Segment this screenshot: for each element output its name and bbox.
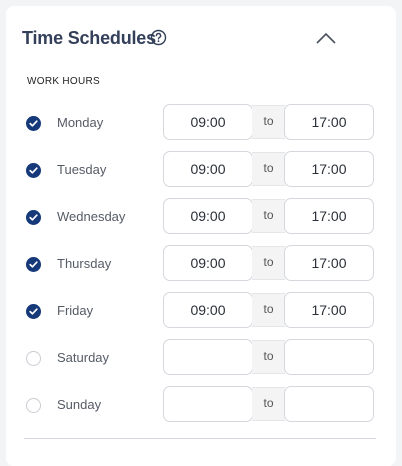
start-time-input[interactable]	[163, 386, 253, 422]
schedule-row-friday: Friday to	[6, 292, 396, 330]
start-time-input[interactable]	[163, 198, 253, 234]
day-checkbox-checked[interactable]	[26, 210, 41, 225]
to-separator: to	[252, 246, 285, 280]
to-separator: to	[252, 199, 285, 233]
checkmark-icon	[29, 214, 38, 221]
day-label: Sunday	[57, 397, 102, 412]
checkmark-icon	[29, 261, 38, 268]
schedule-row-monday: Monday to	[6, 104, 396, 142]
day-checkbox-checked[interactable]	[26, 257, 41, 272]
schedule-row-thursday: Thursday to	[6, 245, 396, 283]
schedule-row-saturday: Saturday to	[6, 339, 396, 377]
end-time-input[interactable]	[284, 151, 374, 187]
day-label: Monday	[57, 115, 104, 130]
help-circle-icon[interactable]	[150, 29, 167, 46]
day-label: Wednesday	[57, 209, 126, 224]
to-separator: to	[252, 340, 285, 374]
start-time-input[interactable]	[163, 292, 253, 328]
start-time-input[interactable]	[163, 339, 253, 375]
end-time-input[interactable]	[284, 292, 374, 328]
checkmark-icon	[29, 308, 38, 315]
end-time-input[interactable]	[284, 386, 374, 422]
day-checkbox[interactable]	[26, 351, 41, 366]
card-header: Time Schedules	[22, 26, 380, 54]
checkmark-icon	[29, 120, 38, 127]
end-time-input[interactable]	[284, 339, 374, 375]
day-checkbox-checked[interactable]	[26, 304, 41, 319]
day-checkbox-checked[interactable]	[26, 163, 41, 178]
schedule-row-sunday: Sunday to	[6, 386, 396, 424]
day-checkbox-checked[interactable]	[26, 116, 41, 131]
to-separator: to	[252, 105, 285, 139]
time-schedules-card: Time Schedules WORK HOURS MondaytoTuesda…	[6, 6, 396, 466]
to-separator: to	[252, 387, 285, 421]
divider	[24, 438, 376, 439]
day-label: Tuesday	[57, 162, 107, 177]
day-label: Friday	[57, 303, 94, 318]
end-time-input[interactable]	[284, 198, 374, 234]
start-time-input[interactable]	[163, 151, 253, 187]
end-time-input[interactable]	[284, 104, 374, 140]
schedule-row-tuesday: Tuesday to	[6, 151, 396, 189]
day-label: Saturday	[57, 350, 110, 365]
card-title: Time Schedules	[22, 28, 156, 48]
work-hours-label: WORK HOURS	[27, 76, 100, 87]
end-time-input[interactable]	[284, 245, 374, 281]
checkmark-icon	[29, 167, 38, 174]
start-time-input[interactable]	[163, 104, 253, 140]
schedule-row-wednesday: Wednesday to	[6, 198, 396, 236]
start-time-input[interactable]	[163, 245, 253, 281]
day-label: Thursday	[57, 256, 112, 271]
chevron-up-icon[interactable]	[314, 28, 338, 48]
day-checkbox[interactable]	[26, 398, 41, 413]
to-separator: to	[252, 293, 285, 327]
to-separator: to	[252, 152, 285, 186]
